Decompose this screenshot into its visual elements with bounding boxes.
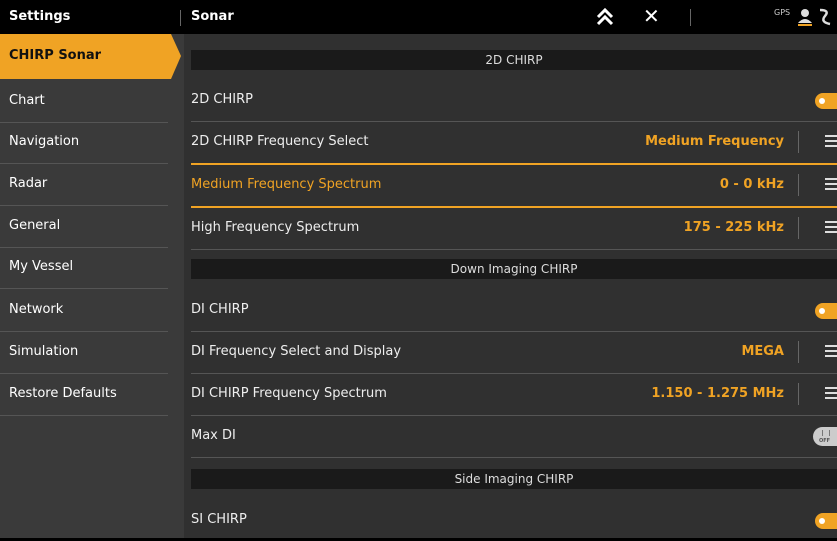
setting-row-2d-chirp[interactable]: 2D CHIRP — [191, 80, 837, 122]
sidebar-item-label: Radar — [9, 176, 48, 191]
setting-row-di-frequency-select[interactable]: DI Frequency Select and Display MEGA — [191, 332, 837, 374]
close-icon[interactable]: ✕ — [643, 6, 660, 26]
toggle-state-label: OFF — [819, 438, 831, 444]
divider — [798, 341, 799, 363]
setting-row-di-chirp-frequency-spectrum[interactable]: DI CHIRP Frequency Spectrum 1.150 - 1.27… — [191, 374, 837, 416]
menu-icon[interactable] — [825, 178, 837, 192]
section-header-side-imaging-chirp: Side Imaging CHIRP — [191, 469, 837, 489]
setting-label: DI CHIRP — [191, 302, 249, 317]
menu-icon[interactable] — [825, 387, 837, 401]
setting-value: Medium Frequency — [645, 134, 784, 149]
sidebar-item-label: My Vessel — [9, 259, 74, 274]
settings-title: Settings — [9, 9, 71, 24]
sonar-status-icon — [819, 8, 831, 26]
top-bar: Settings Sonar ✕ GPS — [0, 0, 837, 34]
sidebar-item-label: Network — [9, 302, 64, 317]
sidebar-item-restore-defaults[interactable]: Restore Defaults — [0, 374, 168, 416]
user-icon — [798, 9, 812, 26]
setting-label: Medium Frequency Spectrum — [191, 177, 382, 192]
settings-sidebar: CHIRP Sonar Chart Navigation Radar Gener… — [0, 34, 184, 538]
sidebar-item-my-vessel[interactable]: My Vessel — [0, 247, 168, 289]
divider — [180, 10, 181, 26]
setting-label: Max DI — [191, 428, 236, 443]
sidebar-item-radar[interactable]: Radar — [0, 164, 168, 206]
setting-label: DI Frequency Select and Display — [191, 344, 402, 359]
page-title: Sonar — [191, 9, 234, 24]
sidebar-item-label: Navigation — [9, 134, 80, 149]
setting-label: DI CHIRP Frequency Spectrum — [191, 386, 387, 401]
setting-row-di-chirp[interactable]: DI CHIRP — [191, 290, 837, 332]
section-header-2d-chirp: 2D CHIRP — [191, 50, 837, 70]
setting-row-si-chirp[interactable]: SI CHIRP — [191, 500, 837, 541]
setting-label: SI CHIRP — [191, 512, 247, 527]
menu-icon[interactable] — [825, 221, 837, 235]
active-tab-pointer — [171, 34, 181, 79]
setting-value: 1.150 - 1.275 MHz — [651, 386, 784, 401]
menu-icon[interactable] — [825, 345, 837, 359]
sidebar-item-label: CHIRP Sonar — [9, 48, 102, 63]
sidebar-item-simulation[interactable]: Simulation — [0, 332, 168, 374]
sidebar-item-navigation[interactable]: Navigation — [0, 122, 168, 164]
divider — [798, 383, 799, 405]
si-chirp-toggle[interactable] — [815, 513, 837, 529]
section-header-down-imaging-chirp: Down Imaging CHIRP — [191, 259, 837, 279]
sonar-settings-panel: 2D CHIRP 2D CHIRP 2D CHIRP Frequency Sel… — [184, 34, 837, 538]
divider — [798, 174, 799, 196]
sidebar-item-network[interactable]: Network — [0, 290, 168, 332]
setting-value: MEGA — [741, 344, 784, 359]
divider — [798, 217, 799, 239]
2d-chirp-toggle[interactable] — [815, 93, 837, 109]
sidebar-item-label: Restore Defaults — [9, 386, 117, 401]
setting-row-2d-chirp-frequency-select[interactable]: 2D CHIRP Frequency Select Medium Frequen… — [191, 122, 837, 164]
divider — [690, 9, 691, 26]
sidebar-item-label: Simulation — [9, 344, 79, 359]
setting-label: 2D CHIRP Frequency Select — [191, 134, 369, 149]
menu-icon[interactable] — [825, 135, 837, 149]
sidebar-item-chart[interactable]: Chart — [0, 81, 168, 123]
setting-row-max-di[interactable]: Max DI OFF — [191, 416, 837, 458]
max-di-toggle[interactable]: OFF — [813, 427, 837, 446]
setting-row-medium-frequency-spectrum[interactable]: Medium Frequency Spectrum 0 - 0 kHz — [191, 163, 837, 208]
sidebar-item-general[interactable]: General — [0, 206, 168, 248]
setting-label: High Frequency Spectrum — [191, 220, 360, 235]
setting-row-high-frequency-spectrum[interactable]: High Frequency Spectrum 175 - 225 kHz — [191, 208, 837, 250]
di-chirp-toggle[interactable] — [815, 303, 837, 319]
gps-status-icon: GPS — [774, 8, 791, 17]
sidebar-item-label: General — [9, 218, 61, 233]
home-icon[interactable] — [595, 7, 615, 27]
setting-value: 175 - 225 kHz — [683, 220, 784, 235]
setting-value: 0 - 0 kHz — [719, 177, 784, 192]
sidebar-item-chirp-sonar[interactable]: CHIRP Sonar — [0, 34, 171, 79]
sidebar-item-label: Chart — [9, 93, 45, 108]
divider — [798, 131, 799, 153]
setting-label: 2D CHIRP — [191, 92, 253, 107]
